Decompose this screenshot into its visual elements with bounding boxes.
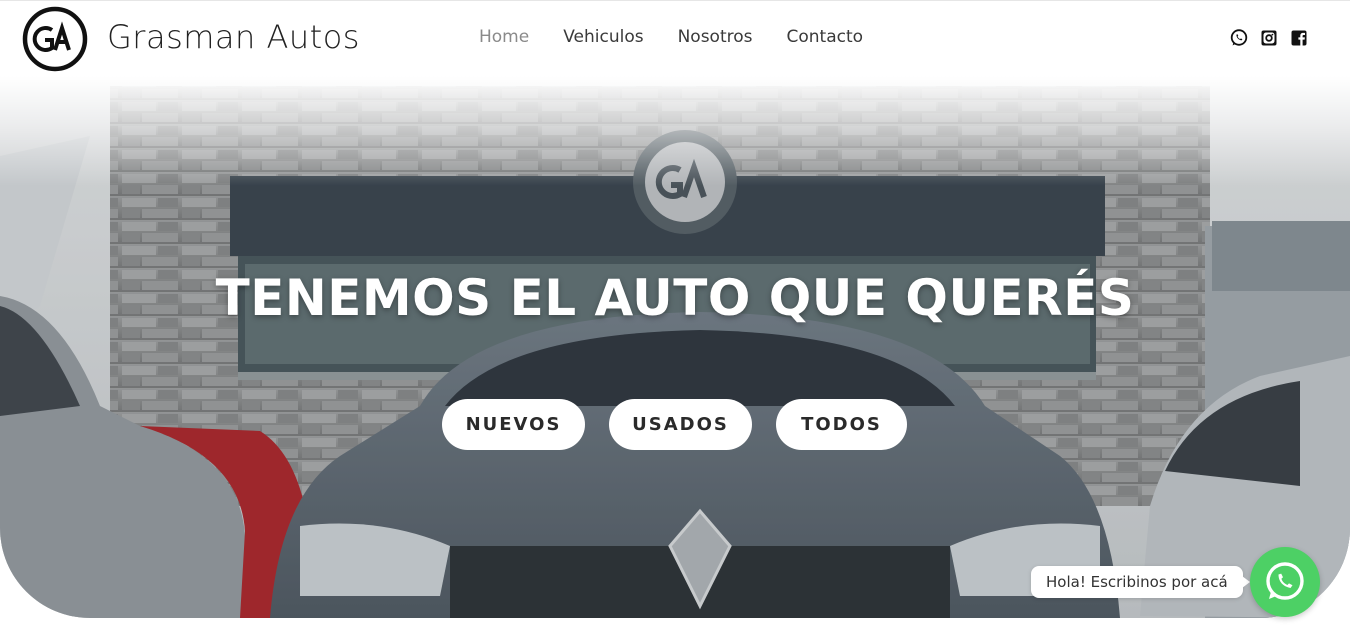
whatsapp-float-button[interactable] [1250,547,1320,617]
logo[interactable] [22,6,88,72]
social-links [1229,28,1309,48]
todos-button[interactable]: TODOS [776,399,907,450]
usados-button[interactable]: USADOS [609,399,752,450]
brand-name[interactable]: Grasman Autos [107,15,360,59]
main-nav: Home Vehiculos Nosotros Contacto [462,25,880,49]
nav-item-vehiculos[interactable]: Vehiculos [546,25,660,49]
hero-top-fade [0,76,1350,186]
instagram-icon[interactable] [1259,28,1279,48]
facebook-icon[interactable] [1289,28,1309,48]
whatsapp-chat-bubble[interactable]: Hola! Escribinos por acá [1031,566,1250,598]
nav-item-contacto[interactable]: Contacto [770,25,881,49]
nav-item-home[interactable]: Home [462,25,546,49]
hero-section: TENEMOS EL AUTO QUE QUERÉS NUEVOS USADOS… [0,76,1350,618]
nav-item-nosotros[interactable]: Nosotros [661,25,770,49]
nuevos-button[interactable]: NUEVOS [442,399,585,450]
site-header: Grasman Autos Home Vehiculos Nosotros Co… [0,0,1350,76]
logo-icon [22,6,88,72]
hero-title: TENEMOS EL AUTO QUE QUERÉS [215,269,1135,327]
whatsapp-icon [1266,562,1304,600]
whatsapp-icon[interactable] [1229,28,1249,48]
